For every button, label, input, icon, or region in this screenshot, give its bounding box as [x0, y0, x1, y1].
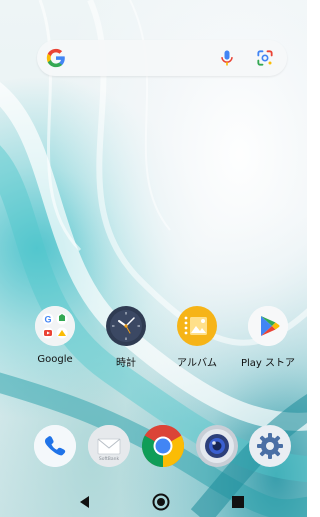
camera-icon [196, 425, 238, 467]
clock-icon [106, 306, 146, 346]
dock-softbank-mail[interactable]: SoftBank [88, 425, 130, 467]
app-google-folder[interactable]: G Google [25, 306, 85, 365]
app-label-clock: 時計 [116, 358, 136, 369]
back-icon[interactable] [75, 492, 95, 512]
app-label-play-store: Play ストア [240, 358, 296, 369]
softbank-mail-icon: SoftBank [88, 425, 130, 467]
softbank-label: SoftBank [99, 456, 120, 462]
settings-icon [249, 425, 291, 467]
dock-camera[interactable] [196, 425, 238, 467]
recents-icon[interactable] [228, 492, 248, 512]
home-screen: G Google 時計 アルバム Play ストア SoftBank [0, 0, 307, 517]
google-lens-icon[interactable] [255, 48, 275, 68]
album-icon [177, 306, 217, 346]
dock-settings[interactable] [249, 425, 291, 467]
app-label-album: アルバム [177, 358, 217, 369]
dock-phone[interactable] [34, 425, 76, 467]
play-store-icon [248, 306, 288, 346]
google-search-bar[interactable] [37, 40, 287, 76]
app-label-google: Google [37, 354, 73, 365]
svg-text:G: G [44, 315, 51, 325]
google-g-icon [46, 48, 65, 68]
app-album[interactable]: アルバム [167, 306, 227, 369]
app-clock[interactable]: 時計 [96, 306, 156, 369]
home-icon[interactable] [151, 492, 171, 512]
google-folder-icon: G [35, 306, 75, 346]
phone-icon [34, 425, 76, 467]
chrome-icon [141, 424, 185, 467]
app-play-store[interactable]: Play ストア [238, 306, 298, 369]
mic-icon[interactable] [217, 48, 237, 68]
dock-chrome[interactable] [141, 424, 185, 467]
navigation-bar [0, 488, 307, 517]
